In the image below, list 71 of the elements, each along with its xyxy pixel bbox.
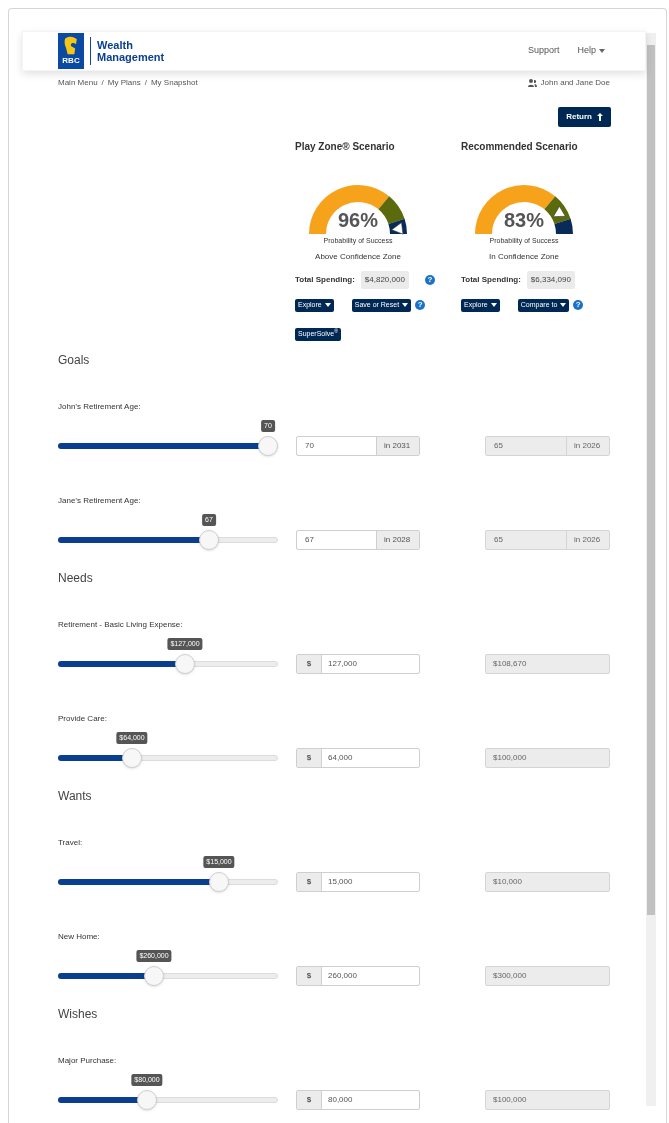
- field-prefix: $: [297, 966, 322, 985]
- spending-label: Total Spending:: [295, 273, 355, 286]
- slider-thumb[interactable]: [122, 747, 142, 768]
- input-field[interactable]: 67 in 2028: [296, 529, 420, 550]
- recommended-field: $108,670: [485, 653, 610, 674]
- recommended-field: $300,000: [485, 965, 610, 986]
- input-field[interactable]: $ 260,000: [296, 965, 420, 986]
- field-suffix: in 2026: [566, 530, 609, 549]
- spending-label: Total Spending:: [461, 273, 521, 286]
- slider-thumb[interactable]: [209, 871, 229, 892]
- input-field[interactable]: 70 in 2031: [296, 435, 420, 456]
- slider-thumb[interactable]: [199, 529, 219, 550]
- field-label: New Home:: [58, 930, 101, 943]
- scenario-title: Recommended Scenario: [461, 140, 579, 154]
- recommended-field: 65 in 2026: [485, 529, 610, 550]
- logo-text: RBC: [62, 57, 80, 65]
- scrollbar[interactable]: [646, 33, 656, 1106]
- spending-value: $6,334,090: [526, 270, 575, 289]
- section-heading: Goals: [58, 351, 91, 369]
- users-icon: [527, 79, 537, 87]
- field-label: Major Purchase:: [58, 1054, 118, 1067]
- scrollbar-thumb[interactable]: [647, 45, 655, 915]
- section-heading: Wishes: [58, 1005, 99, 1023]
- input-field[interactable]: $ 15,000: [296, 871, 420, 892]
- breadcrumb-link[interactable]: My Snapshot: [150, 77, 198, 89]
- help-icon[interactable]: ?: [415, 300, 426, 310]
- field-prefix: $: [297, 654, 322, 673]
- zone-label: Above Confidence Zone: [314, 250, 402, 263]
- field-prefix: $: [297, 872, 322, 891]
- field-suffix: in 2031: [376, 436, 419, 455]
- input-field[interactable]: $ 127,000: [296, 653, 420, 674]
- field-prefix: $: [297, 748, 322, 767]
- field-suffix: in 2026: [566, 436, 609, 455]
- recommended-field: $10,000: [485, 871, 610, 892]
- spending-value: $4,820,000: [360, 270, 409, 289]
- breadcrumb-link[interactable]: Main Menu: [58, 77, 98, 89]
- slider-thumb[interactable]: [144, 965, 164, 986]
- field-label: Travel:: [58, 836, 84, 849]
- nav-link[interactable]: Help: [577, 44, 605, 58]
- field-label: Retirement - Basic Living Expense:: [58, 618, 184, 631]
- nav-link[interactable]: Support: [527, 44, 560, 58]
- recommended-field: 65 in 2026: [485, 435, 610, 456]
- up-arrow-icon: [597, 113, 603, 121]
- gauge-pointer: [552, 205, 566, 217]
- recommended-field: $100,000: [485, 747, 610, 768]
- zone-label: In Confidence Zone: [488, 250, 560, 263]
- recommended-field: $100,000: [485, 1089, 610, 1110]
- help-icon[interactable]: ?: [424, 274, 435, 285]
- success-percent: 83%: [503, 210, 545, 230]
- user-name: John and Jane Doe: [540, 77, 610, 89]
- slider-thumb[interactable]: [137, 1089, 157, 1110]
- section-heading: Needs: [58, 569, 94, 587]
- return-button[interactable]: Return: [558, 107, 611, 127]
- field-prefix: $: [297, 1090, 322, 1109]
- slider-thumb[interactable]: [175, 653, 195, 674]
- breadcrumb-separator: /: [144, 77, 147, 89]
- field-suffix: in 2028: [376, 530, 419, 549]
- field-label: Provide Care:: [58, 712, 108, 725]
- breadcrumb-link[interactable]: My Plans: [107, 77, 141, 89]
- success-percent: 96%: [337, 210, 379, 230]
- input-field[interactable]: $ 80,000: [296, 1089, 420, 1110]
- scenario-title: Play Zone® Scenario: [295, 140, 396, 154]
- slider-thumb[interactable]: [258, 435, 278, 456]
- help-icon[interactable]: ?: [573, 300, 584, 310]
- brand-name: Wealth Management: [97, 39, 163, 63]
- gauge-pointer: [391, 222, 404, 235]
- section-heading: Wants: [58, 787, 93, 805]
- field-label: John’s Retirement Age:: [58, 400, 142, 413]
- field-label: Jane’s Retirement Age:: [58, 494, 142, 507]
- input-field[interactable]: $ 64,000: [296, 747, 420, 768]
- breadcrumb-separator: /: [101, 77, 104, 89]
